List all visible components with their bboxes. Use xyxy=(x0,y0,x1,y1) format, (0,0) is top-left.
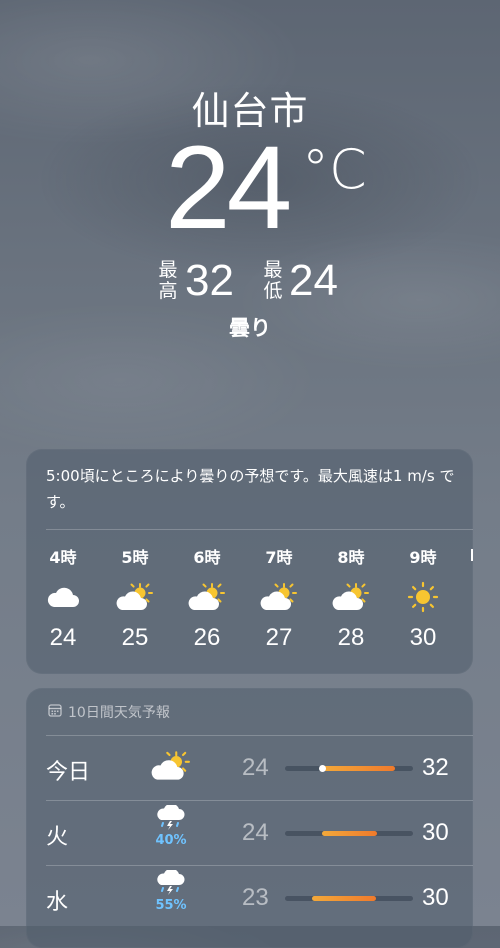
hour-label: 6時 xyxy=(193,548,221,567)
hour-temp: 24 xyxy=(49,624,77,651)
hourly-forecast-card[interactable]: 5:00頃にところにより曇りの予想です。最大風速は1 m/s です。 4時 24… xyxy=(26,449,473,674)
hour-temp: 25 xyxy=(121,624,149,651)
partly-sunny-icon xyxy=(104,580,166,614)
current-temp-dot xyxy=(319,765,326,772)
temp-range-fill xyxy=(322,831,377,836)
hour-item[interactable]: 4時 24 xyxy=(32,546,94,652)
day-row[interactable]: 水 55% 23 30 xyxy=(26,866,473,930)
partly-sunny-icon xyxy=(146,750,196,786)
thunderstorm-icon: 55% xyxy=(146,868,196,913)
hour-temp: 27 xyxy=(265,624,293,651)
hourly-summary: 5:00頃にところにより曇りの予想です。最大風速は1 m/s です。 xyxy=(46,467,455,511)
condition-text: 曇り xyxy=(229,316,271,340)
thunderstorm-icon: 40% xyxy=(146,803,196,848)
hour-temp: 28 xyxy=(337,624,365,651)
cloud-icon xyxy=(32,580,94,614)
hour-label: 8時 xyxy=(337,548,365,567)
current-temp-value: 24 xyxy=(165,122,292,254)
ten-day-forecast-card[interactable]: 10日間天気予報 今日 24 32 火 40% 24 30 水 55% 23 3… xyxy=(26,688,473,948)
hour-item[interactable]: 7時 27 xyxy=(248,546,310,652)
hour-item[interactable]: 8時 28 xyxy=(320,546,382,652)
sun-icon xyxy=(392,580,454,614)
temp-range-bar xyxy=(285,765,413,772)
temp-range-fill xyxy=(312,896,376,901)
current-temperature: 24 °C xyxy=(0,128,500,248)
high-temp: 32 xyxy=(185,256,234,305)
hour-label: 4時 xyxy=(49,548,77,567)
day-row[interactable]: 今日 24 32 xyxy=(26,736,473,800)
low-temp: 24 xyxy=(242,819,269,846)
high-low: 最高 32 最低 24 xyxy=(0,256,500,306)
hour-item[interactable]: 6時 26 xyxy=(176,546,238,652)
hour-item[interactable]: 5時 25 xyxy=(104,546,166,652)
high-temp: 30 xyxy=(422,884,449,911)
precip-chance: 40% xyxy=(155,833,187,848)
partly-sunny-icon xyxy=(176,580,238,614)
temp-range-bar xyxy=(285,831,413,836)
day-label: 水 xyxy=(46,890,69,915)
temp-range-bar xyxy=(285,896,413,901)
temp-unit: °C xyxy=(302,138,367,201)
high-label: 最高 xyxy=(158,259,178,302)
partly-sunny-icon xyxy=(320,580,382,614)
low-temp: 23 xyxy=(242,884,269,911)
hour-item-clipped xyxy=(469,547,473,563)
high-temp: 32 xyxy=(422,754,449,781)
hour-item[interactable]: 9時 30 xyxy=(392,546,454,652)
ten-day-title: 10日間天気予報 xyxy=(68,705,170,721)
hour-label: 7時 xyxy=(265,548,293,567)
low-temp: 24 xyxy=(289,256,338,305)
partly-sunny-icon xyxy=(248,580,310,614)
low-label: 最低 xyxy=(263,259,283,302)
calendar-icon xyxy=(48,703,62,721)
day-label: 今日 xyxy=(46,760,91,785)
divider xyxy=(46,529,473,530)
hour-temp: 30 xyxy=(409,624,437,651)
high-temp: 30 xyxy=(422,819,449,846)
temp-range-fill xyxy=(322,766,395,771)
hour-label: 5時 xyxy=(121,548,149,567)
day-row[interactable]: 火 40% 24 30 xyxy=(26,801,473,865)
hour-label: 9時 xyxy=(409,548,437,567)
day-label: 火 xyxy=(46,825,69,850)
hour-temp: 26 xyxy=(193,624,221,651)
precip-chance: 55% xyxy=(155,898,187,913)
low-temp: 24 xyxy=(242,754,269,781)
ten-day-header: 10日間天気予報 xyxy=(48,702,170,722)
